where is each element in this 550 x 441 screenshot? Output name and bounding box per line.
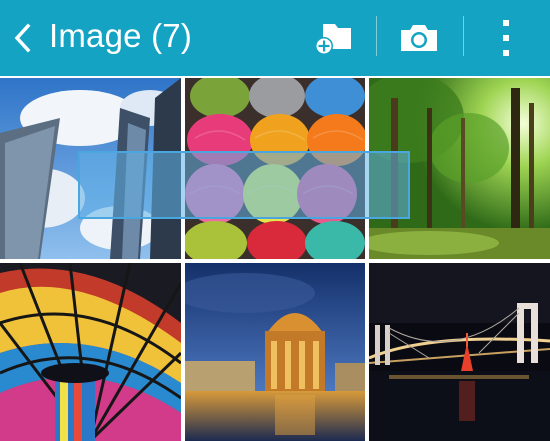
toolbar-divider: [463, 16, 464, 56]
camera-button[interactable]: [388, 0, 450, 76]
chevron-left-icon: [14, 23, 31, 53]
page-title: Image (7): [49, 17, 193, 54]
new-folder-button[interactable]: [305, 0, 363, 76]
drag-selection-rectangle: [78, 151, 410, 219]
image-thumbnail-stained-glass[interactable]: [0, 263, 181, 441]
action-bar: Image (7): [0, 0, 550, 76]
vertical-dots-icon: [503, 20, 509, 56]
image-grid: [0, 76, 550, 441]
folder-plus-icon: [315, 24, 351, 55]
more-options-button[interactable]: [478, 0, 534, 76]
image-thumbnail-bridge[interactable]: [369, 263, 550, 441]
image-thumbnail-palace[interactable]: [185, 263, 365, 441]
back-button[interactable]: [0, 0, 46, 76]
camera-icon: [401, 25, 437, 51]
toolbar-divider: [376, 16, 377, 56]
